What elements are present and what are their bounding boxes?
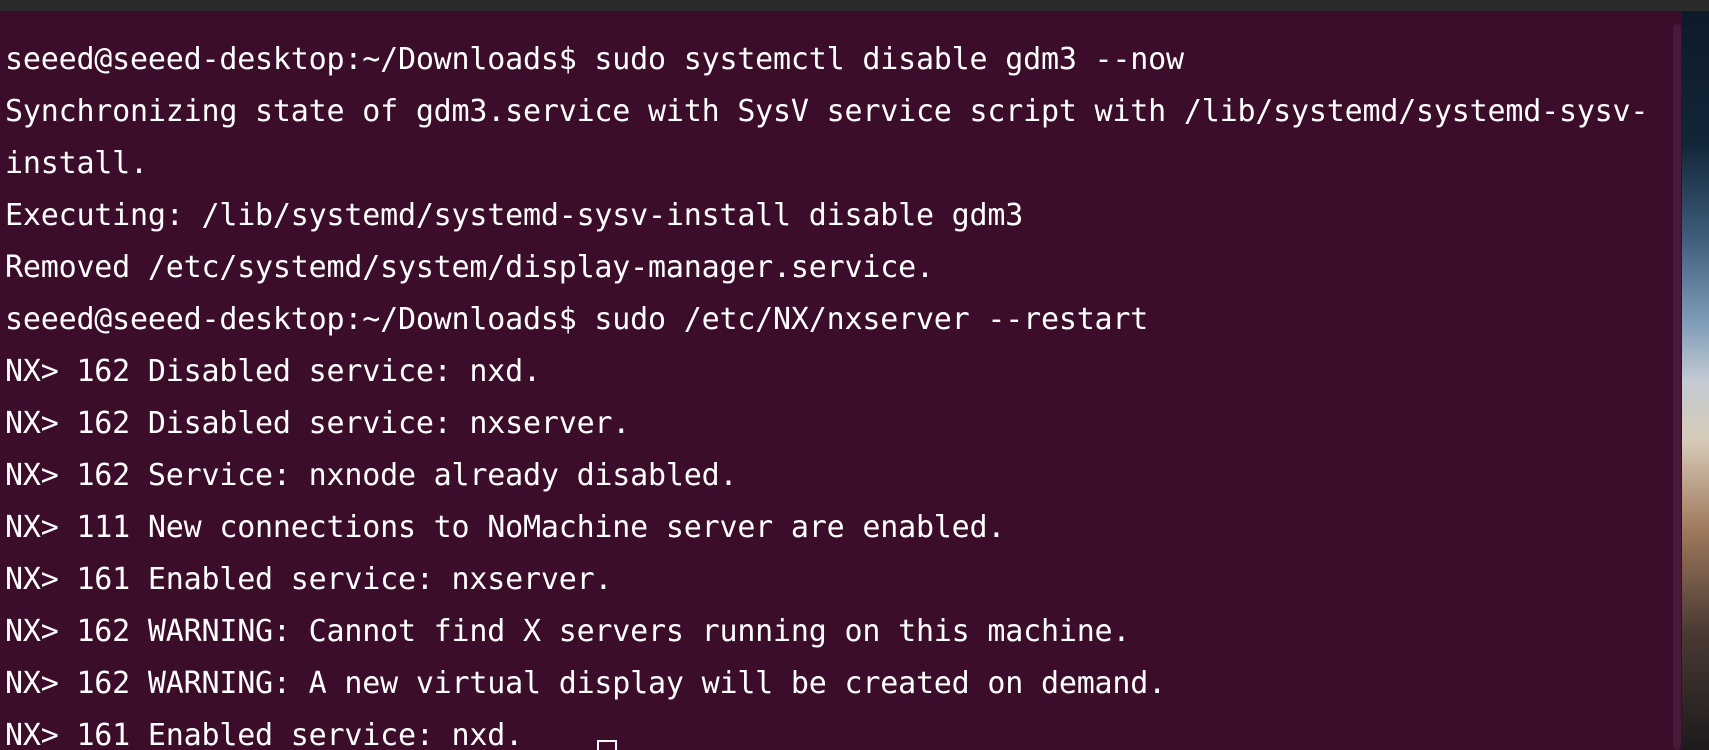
- terminal-line-nx-disabled-nxserver: NX> 162 Disabled service: nxserver.: [5, 406, 631, 441]
- terminal-line-nx-warning-virtual-display: NX> 162 WARNING: A new virtual display w…: [5, 666, 1166, 701]
- terminal-line-nx-nxnode-disabled: NX> 162 Service: nxnode already disabled…: [5, 458, 738, 493]
- window-top-bar: [0, 0, 1709, 11]
- terminal-output[interactable]: seeed@seeed-desktop:~/Downloads$ sudo sy…: [5, 34, 1665, 750]
- desktop-screen: seeed@seeed-desktop:~/Downloads$ sudo sy…: [0, 0, 1709, 750]
- terminal-line-sync-state-cont: install.: [5, 146, 148, 181]
- desktop-wallpaper: [1682, 11, 1709, 750]
- terminal-line-nx-enabled-nxd: NX> 161 Enabled service: nxd.: [5, 718, 523, 750]
- terminal-line-nx-connections-enabled: NX> 111 New connections to NoMachine ser…: [5, 510, 1006, 545]
- terminal-line-executing: Executing: /lib/systemd/systemd-sysv-ins…: [5, 198, 1024, 233]
- terminal-scrollbar-thumb[interactable]: [1673, 24, 1681, 750]
- terminal-window[interactable]: seeed@seeed-desktop:~/Downloads$ sudo sy…: [0, 11, 1682, 750]
- text-cursor: [597, 740, 617, 750]
- terminal-line-removed: Removed /etc/systemd/system/display-mana…: [5, 250, 934, 285]
- terminal-line-nx-warning-x-servers: NX> 162 WARNING: Cannot find X servers r…: [5, 614, 1131, 649]
- terminal-line-nx-enabled-nxserver: NX> 161 Enabled service: nxserver.: [5, 562, 613, 597]
- terminal-line-prompt-nxserver-restart: seeed@seeed-desktop:~/Downloads$ sudo /e…: [5, 302, 1149, 337]
- terminal-line-prompt-disable-gdm3: seeed@seeed-desktop:~/Downloads$ sudo sy…: [5, 42, 1184, 77]
- terminal-line-sync-state: Synchronizing state of gdm3.service with…: [5, 94, 1649, 129]
- terminal-line-nx-disabled-nxd: NX> 162 Disabled service: nxd.: [5, 354, 541, 389]
